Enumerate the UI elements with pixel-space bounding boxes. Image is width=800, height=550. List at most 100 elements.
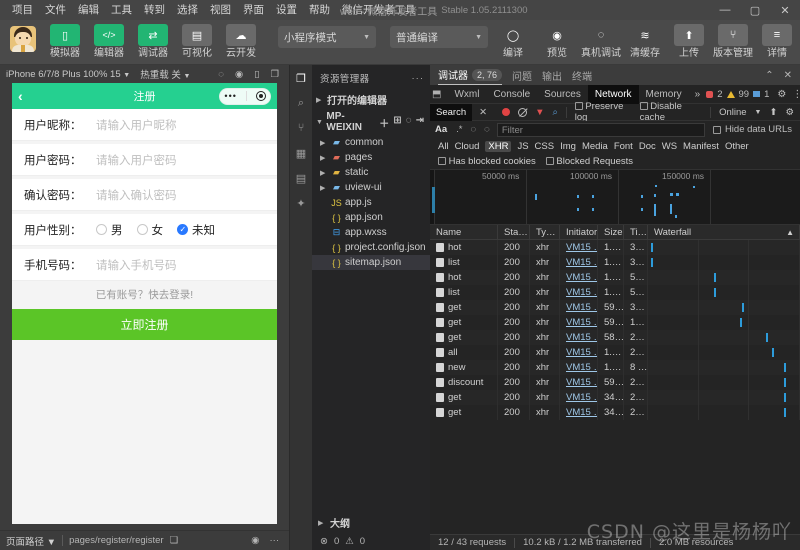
initiator-link[interactable]: VM15 … bbox=[566, 392, 598, 403]
menu-item-tools[interactable]: 工具 bbox=[105, 2, 138, 18]
initiator-link[interactable]: VM15 … bbox=[566, 317, 598, 328]
filter-manifest[interactable]: Manifest bbox=[683, 141, 719, 152]
minimize-button[interactable]: — bbox=[710, 0, 740, 20]
save-icon[interactable]: ▤ bbox=[293, 170, 309, 186]
refresh-icon[interactable]: ◌ bbox=[218, 69, 224, 80]
menu-item-file[interactable]: 文件 bbox=[39, 2, 72, 18]
clear-icon[interactable] bbox=[518, 108, 527, 117]
problems-status[interactable]: ⊗ 0 ⚠ 0 bbox=[312, 533, 430, 550]
tab-debugger[interactable]: 调试器 2, 76 bbox=[438, 66, 502, 85]
column-initiator[interactable]: Initiator bbox=[560, 225, 598, 240]
filter-img[interactable]: Img bbox=[560, 141, 576, 152]
filter-cloud[interactable]: Cloud bbox=[455, 141, 480, 152]
chevron-up-icon[interactable]: ⌃ bbox=[765, 70, 773, 81]
table-row[interactable]: new200xhrVM15 …1.…8 … bbox=[430, 360, 800, 375]
tree-item-common[interactable]: ▶ ▰ common bbox=[312, 135, 430, 150]
details-button[interactable]: ≡ 详情 bbox=[756, 24, 798, 59]
filter-input[interactable]: Filter bbox=[497, 123, 705, 137]
refresh-icon[interactable]: ◌ bbox=[406, 115, 412, 130]
hide-data-urls-checkbox[interactable]: Hide data URLs bbox=[705, 124, 800, 135]
table-row[interactable]: discount200xhrVM15 …59…2… bbox=[430, 375, 800, 390]
collapse-icon[interactable]: ⇥ bbox=[416, 115, 424, 130]
menu-item-edit[interactable]: 编辑 bbox=[72, 2, 105, 18]
network-overview-timeline[interactable]: 50000 ms 100000 ms 150000 ms bbox=[430, 170, 800, 225]
menu-item-help[interactable]: 帮助 bbox=[303, 2, 336, 18]
tree-item-app-js[interactable]: JS app.js bbox=[312, 195, 430, 210]
menu-item-view[interactable]: 视图 bbox=[204, 2, 237, 18]
tab-terminal[interactable]: 终端 bbox=[572, 68, 592, 83]
table-row[interactable]: get200xhrVM15 …34…2… bbox=[430, 405, 800, 420]
source-control-icon[interactable]: ⑂ bbox=[293, 120, 309, 136]
open-editors-section[interactable]: ▶ 打开的编辑器 bbox=[312, 90, 430, 109]
initiator-link[interactable]: VM15 … bbox=[566, 377, 598, 388]
more-icon[interactable]: ··· bbox=[270, 535, 280, 546]
menu-item-settings[interactable]: 设置 bbox=[270, 2, 303, 18]
register-button[interactable]: 立即注册 bbox=[12, 309, 277, 340]
field-confirm-password[interactable]: 确认密码： 请输入确认密码 bbox=[12, 179, 277, 211]
record-icon[interactable]: ◉ bbox=[235, 69, 243, 80]
capsule-button[interactable]: ••• bbox=[219, 88, 271, 105]
initiator-link[interactable]: VM15 … bbox=[566, 287, 598, 298]
cloud-dev-button[interactable]: ☁ 云开发 bbox=[220, 24, 262, 59]
table-row[interactable]: get200xhrVM15 …34…2… bbox=[430, 390, 800, 405]
column-waterfall[interactable]: Waterfall ▲ bbox=[648, 225, 800, 240]
disable-cache-checkbox[interactable]: Disable cache bbox=[640, 101, 703, 123]
filter-css[interactable]: CSS bbox=[535, 141, 555, 152]
filter-media[interactable]: Media bbox=[582, 141, 608, 152]
rotate-icon[interactable]: ▯ bbox=[254, 69, 259, 80]
window-icon[interactable]: ❐ bbox=[270, 69, 279, 80]
gender-option-unknown[interactable]: 未知 bbox=[177, 222, 215, 238]
filter-font[interactable]: Font bbox=[614, 141, 633, 152]
maximize-button[interactable]: ▢ bbox=[740, 0, 770, 20]
password-input[interactable]: 请输入用户密码 bbox=[96, 152, 177, 168]
has-blocked-cookies-checkbox[interactable]: Has blocked cookies bbox=[438, 156, 536, 167]
copy-icon[interactable]: ❏ bbox=[170, 535, 179, 546]
column-type[interactable]: Ty… bbox=[530, 225, 560, 240]
more-tabs-icon[interactable]: » bbox=[689, 89, 707, 100]
column-name[interactable]: Name bbox=[430, 225, 498, 240]
inspect-element-icon[interactable]: ⬒ bbox=[432, 89, 441, 100]
tree-item-pages[interactable]: ▶ ▰ pages bbox=[312, 150, 430, 165]
tree-item-app-wxss[interactable]: ⊟ app.wxss bbox=[312, 225, 430, 240]
hot-reload-select[interactable]: 热重载 关 ▼ bbox=[140, 67, 190, 81]
filter-icon[interactable]: ▼ bbox=[535, 107, 544, 118]
device-select[interactable]: iPhone 6/7/8 Plus 100% 15 ▼ bbox=[6, 69, 130, 80]
blocked-requests-checkbox[interactable]: Blocked Requests bbox=[546, 156, 633, 167]
files-icon[interactable]: ❐ bbox=[293, 70, 309, 86]
initiator-link[interactable]: VM15 … bbox=[566, 257, 598, 268]
field-password[interactable]: 用户密码： 请输入用户密码 bbox=[12, 144, 277, 176]
menu-item-interface[interactable]: 界面 bbox=[237, 2, 270, 18]
gear-icon[interactable]: ⚙ bbox=[785, 107, 794, 118]
table-row[interactable]: hot200xhrVM15 …1.…3… bbox=[430, 240, 800, 255]
search-icon[interactable]: ⌕ bbox=[293, 95, 309, 111]
table-row[interactable]: list200xhrVM15 …1.…5… bbox=[430, 285, 800, 300]
filter-all[interactable]: All bbox=[438, 141, 449, 152]
initiator-link[interactable]: VM15 … bbox=[566, 332, 598, 343]
initiator-link[interactable]: VM15 … bbox=[566, 347, 598, 358]
menu-item-project[interactable]: 项目 bbox=[6, 2, 39, 18]
table-row[interactable]: hot200xhrVM15 …1.…5… bbox=[430, 270, 800, 285]
upload-button[interactable]: ⬆ 上传 bbox=[668, 24, 710, 59]
real-device-debug-button[interactable]: ◌ 真机调试 bbox=[580, 24, 622, 59]
table-row[interactable]: all200xhrVM15 …1.…2… bbox=[430, 345, 800, 360]
mode-select[interactable]: 小程序模式 ▼ bbox=[278, 26, 376, 48]
initiator-link[interactable]: VM15 … bbox=[566, 362, 598, 373]
regex-icon[interactable]: .* bbox=[452, 124, 466, 135]
confirm-password-input[interactable]: 请输入确认密码 bbox=[96, 187, 177, 203]
project-section[interactable]: ▼ MP-WEIXIN ＋ ⊞ ◌ ⇥ bbox=[312, 109, 430, 135]
close-icon[interactable]: ✕ bbox=[784, 70, 792, 81]
field-phone[interactable]: 手机号码： 请输入手机号码 bbox=[12, 249, 277, 281]
initiator-link[interactable]: VM15 … bbox=[566, 407, 598, 418]
filter-other[interactable]: Other bbox=[725, 141, 749, 152]
table-row[interactable]: get200xhrVM15 …59…3… bbox=[430, 300, 800, 315]
visualization-button[interactable]: ▤ 可视化 bbox=[176, 24, 218, 59]
filter-ws[interactable]: WS bbox=[662, 141, 677, 152]
new-file-icon[interactable]: ＋ bbox=[379, 115, 389, 130]
preserve-log-checkbox[interactable]: Preserve log bbox=[575, 101, 632, 123]
compile-select[interactable]: 普通编译 ▼ bbox=[390, 26, 488, 48]
table-row[interactable]: list200xhrVM15 …1.…3… bbox=[430, 255, 800, 270]
simulator-button[interactable]: ▯ 模拟器 bbox=[44, 24, 86, 59]
gender-option-male[interactable]: 男 bbox=[96, 222, 123, 238]
initiator-link[interactable]: VM15 … bbox=[566, 242, 598, 253]
phone-input[interactable]: 请输入手机号码 bbox=[96, 257, 177, 273]
